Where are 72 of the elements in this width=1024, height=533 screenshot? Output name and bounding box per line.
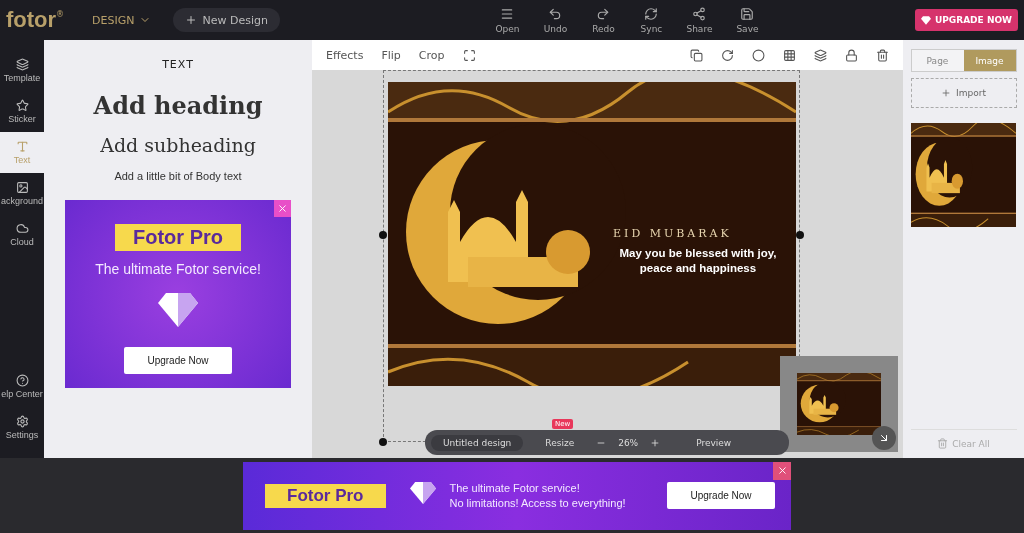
- diamond-icon: [920, 15, 931, 25]
- plus-icon: [941, 88, 952, 98]
- lock-icon[interactable]: [845, 48, 858, 62]
- delete-icon[interactable]: [876, 48, 889, 62]
- image-icon: [15, 181, 29, 194]
- trash-icon: [937, 438, 949, 449]
- redo-icon: [596, 6, 611, 21]
- diamond-icon: [409, 482, 436, 505]
- grid-icon[interactable]: [783, 48, 796, 62]
- toolbar-button[interactable]: Share: [680, 6, 719, 34]
- rotate-icon[interactable]: [721, 48, 734, 62]
- nav-item[interactable]: Cloud: [0, 214, 44, 255]
- arrow-icon: [878, 432, 890, 444]
- star-icon: [15, 99, 29, 112]
- new-design-button[interactable]: New Design: [172, 8, 280, 32]
- toolbar-button[interactable]: Redo: [584, 6, 623, 34]
- cloud-icon: [15, 222, 29, 235]
- toolbar-button[interactable]: Save: [728, 6, 767, 34]
- resize-handle[interactable]: [379, 438, 387, 446]
- plus-icon: [184, 14, 197, 26]
- sync-icon: [644, 6, 659, 21]
- upgrade-button[interactable]: UPGRADE NOW: [914, 9, 1018, 31]
- nav-item[interactable]: Template: [0, 50, 44, 91]
- close-icon: [776, 465, 788, 476]
- upgrade-now-button[interactable]: Upgrade Now: [667, 482, 775, 509]
- ad-tagline: The ultimate Fotor service!: [449, 480, 581, 496]
- ad-title: Fotor Pro: [265, 483, 386, 508]
- nav-item[interactable]: elp Center: [0, 366, 44, 407]
- panel-title: TEXT: [162, 58, 194, 71]
- collapse-button[interactable]: [872, 426, 896, 450]
- import-button[interactable]: Import: [910, 78, 1017, 108]
- subheading-preset[interactable]: Add subheading: [100, 134, 256, 156]
- design-name[interactable]: Untitled design: [431, 434, 524, 451]
- text-icon: [15, 140, 29, 153]
- toolbar-button[interactable]: Sync: [632, 6, 671, 34]
- registered-mark: ®: [56, 10, 65, 19]
- ad-tagline: The ultimate Fotor service!: [95, 261, 261, 277]
- settings-icon: [15, 415, 29, 428]
- help-icon: [15, 374, 29, 387]
- ad-tagline: No limitations! Access to everything!: [449, 495, 626, 511]
- ad-title: Fotor Pro: [115, 224, 241, 251]
- copy-icon[interactable]: [690, 48, 703, 62]
- edit-tool[interactable]: Effects: [326, 48, 364, 62]
- fullscreen-icon[interactable]: [462, 48, 476, 62]
- logo[interactable]: fotor: [6, 7, 57, 33]
- save-icon: [740, 6, 755, 21]
- menu-icon: [500, 6, 515, 21]
- diamond-icon: [158, 293, 198, 327]
- upgrade-now-button[interactable]: Upgrade Now: [124, 347, 232, 374]
- resize-handle[interactable]: [379, 231, 387, 239]
- zoom-level: 26%: [618, 437, 639, 448]
- preview-button[interactable]: Preview: [696, 437, 732, 448]
- edit-tool[interactable]: Crop: [418, 48, 445, 62]
- resize-handle[interactable]: [796, 231, 804, 239]
- close-button[interactable]: [773, 461, 791, 480]
- nav-item[interactable]: Sticker: [0, 91, 44, 132]
- share-icon: [692, 6, 707, 21]
- undo-icon: [548, 6, 563, 21]
- heading-preset[interactable]: Add heading: [93, 91, 263, 120]
- layers-icon: [15, 58, 29, 71]
- close-icon: [277, 203, 288, 214]
- body-text-preset[interactable]: Add a little bit of Body text: [114, 170, 242, 182]
- toolbar-button[interactable]: Undo: [536, 6, 575, 34]
- design-menu[interactable]: DESIGN: [86, 12, 157, 28]
- layers-icon[interactable]: [814, 48, 827, 62]
- nav-item[interactable]: ackground: [0, 173, 44, 214]
- circle-icon[interactable]: [752, 48, 765, 62]
- nav-item[interactable]: Settings: [0, 407, 44, 448]
- toolbar-button[interactable]: Open: [488, 6, 527, 34]
- edit-tool[interactable]: Flip: [381, 48, 401, 62]
- resize-button[interactable]: Resize: [545, 437, 575, 448]
- zoom-in-icon[interactable]: [650, 437, 661, 448]
